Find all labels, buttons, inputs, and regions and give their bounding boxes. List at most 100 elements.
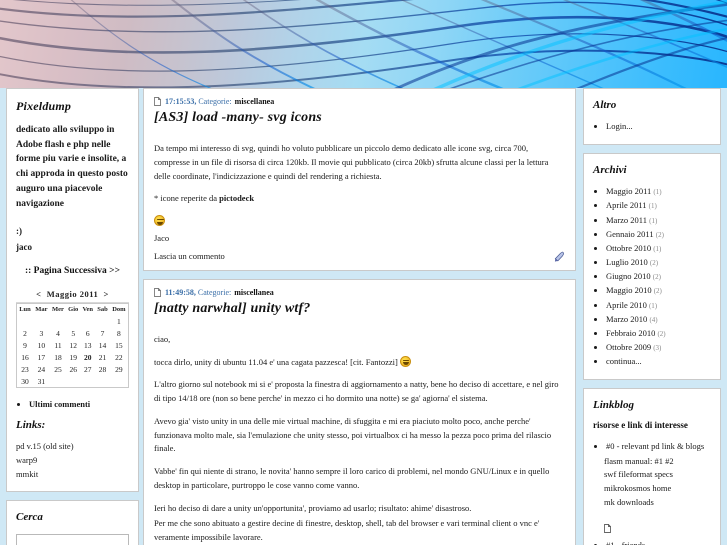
calendar-day[interactable]: 28: [95, 363, 110, 375]
calendar-day: [95, 375, 110, 388]
link-item[interactable]: pd v.15 (old site): [16, 440, 129, 454]
calendar-next-button[interactable]: >: [104, 289, 109, 299]
next-page-link[interactable]: :: Pagina Successiva >>: [16, 266, 129, 276]
archive-item[interactable]: Aprile 2011 (1): [606, 199, 711, 212]
calendar-day[interactable]: 23: [17, 363, 34, 375]
document-icon: [154, 97, 161, 106]
calendar-day[interactable]: 2: [17, 327, 34, 339]
calendar-dayname: Ven: [82, 306, 94, 314]
archive-count: (2): [657, 329, 666, 338]
calendar-day[interactable]: 26: [66, 363, 80, 375]
calendar-day[interactable]: 17: [33, 351, 50, 363]
linkblog-doc-icon-wrap: [604, 520, 711, 538]
archive-item[interactable]: Febbraio 2010 (2): [606, 327, 711, 340]
linkblog-item[interactable]: mk downloads: [604, 496, 711, 510]
archive-item[interactable]: Maggio 2011 (1): [606, 185, 711, 198]
smiley-icon: [399, 355, 411, 367]
calendar-day[interactable]: 16: [17, 351, 34, 363]
post-quote-line: tocca dirlo, unity di ubuntu 11.04 e' un…: [154, 355, 565, 370]
calendar-day[interactable]: 9: [17, 339, 34, 351]
post-category-label: Categorie:: [197, 287, 232, 297]
calendar-day[interactable]: 27: [80, 363, 95, 375]
archive-count: (4): [649, 315, 658, 324]
links-title: Links:: [16, 419, 46, 432]
leave-comment-link[interactable]: Lascia un commento: [154, 251, 225, 261]
calendar-day[interactable]: 15: [110, 339, 129, 351]
archive-item[interactable]: Maggio 2010 (2): [606, 284, 711, 297]
calendar-prev-button[interactable]: <: [36, 289, 41, 299]
calendar-day[interactable]: 5: [66, 327, 80, 339]
signature-name: jaco: [16, 241, 32, 252]
calendar-dayname: Sab: [97, 306, 108, 314]
post-author: Jaco: [154, 232, 170, 243]
calendar-day[interactable]: 10: [33, 339, 50, 351]
linkblog-item[interactable]: mikrokosmos home: [604, 482, 711, 496]
post-line: Per me che sono abituato a gestire decin…: [154, 518, 540, 543]
linkblog-group-1: #1 - friends: [595, 539, 711, 545]
calendar-day[interactable]: 8: [110, 327, 129, 339]
calendar-day: [17, 315, 34, 327]
calendar-day[interactable]: 6: [80, 327, 95, 339]
post-note: * icone reperite da pictodeck: [154, 192, 565, 206]
calendar-day[interactable]: 13: [80, 339, 95, 351]
archive-item[interactable]: Luglio 2010 (2): [606, 256, 711, 269]
document-icon: [604, 523, 611, 533]
linkblog-item[interactable]: flasm manual: #1 #2: [604, 455, 711, 469]
link-item[interactable]: mmkit: [16, 468, 129, 482]
calendar-day[interactable]: 18: [50, 351, 66, 363]
calendar-day[interactable]: 30: [17, 375, 34, 388]
linkblog-group-label[interactable]: #0 - relevant pd link & blogs: [606, 440, 711, 453]
calendar-day: [50, 375, 66, 388]
archive-item[interactable]: Marzo 2011 (1): [606, 214, 711, 227]
calendar-day: [95, 315, 110, 327]
post-title[interactable]: [AS3] load -many- svg icons: [154, 110, 565, 126]
calendar-day[interactable]: 21: [95, 351, 110, 363]
calendar-day[interactable]: 19: [66, 351, 80, 363]
archive-count: (1): [648, 301, 658, 310]
post-title[interactable]: [natty narwhal] unity wtf?: [154, 301, 565, 317]
calendar-dayname: Dom: [112, 306, 126, 314]
link-item[interactable]: warp9: [16, 454, 129, 468]
calendar-day[interactable]: 24: [33, 363, 50, 375]
calendar-day[interactable]: 3: [33, 327, 50, 339]
archive-count: (2): [649, 259, 659, 268]
archive-count: (1): [653, 244, 662, 253]
blog-description: dedicato allo sviluppo in Adobe flash e …: [16, 125, 128, 209]
recent-comments-list: Ultimi commenti: [18, 398, 129, 411]
altro-box: Altro Login...: [583, 88, 721, 146]
post-category[interactable]: miscellanea: [234, 288, 274, 297]
post-time[interactable]: 11:49:58,: [165, 288, 196, 297]
archive-item[interactable]: Giugno 2010 (2): [606, 270, 711, 283]
calendar-day[interactable]: 12: [66, 339, 80, 351]
archive-item[interactable]: Ottobre 2009 (3): [606, 341, 711, 354]
left-sidebar: Pixeldump dedicato allo sviluppo in Adob…: [6, 88, 139, 545]
archive-item[interactable]: Gennaio 2011 (2): [606, 228, 711, 241]
archive-item[interactable]: Ottobre 2010 (1): [606, 242, 711, 255]
post-note-link[interactable]: pictodeck: [219, 193, 254, 203]
archive-item[interactable]: Marzo 2010 (4): [606, 313, 711, 326]
calendar-day[interactable]: 22: [110, 351, 129, 363]
post-meta: 17:15:53, Categorie: miscellanea: [154, 97, 565, 106]
calendar-day[interactable]: 14: [95, 339, 110, 351]
calendar-day: [110, 375, 129, 388]
calendar-day[interactable]: 7: [95, 327, 110, 339]
calendar-day[interactable]: 20: [80, 351, 95, 363]
archive-item[interactable]: continua...: [606, 355, 711, 368]
recent-comments-link[interactable]: Ultimi commenti: [29, 398, 129, 411]
archive-count: (3): [653, 344, 662, 353]
calendar-day[interactable]: 4: [50, 327, 66, 339]
post-category[interactable]: miscellanea: [235, 97, 275, 106]
calendar-day[interactable]: 25: [50, 363, 66, 375]
calendar-day[interactable]: 29: [110, 363, 129, 375]
search-input[interactable]: [16, 534, 129, 545]
calendar-day[interactable]: 31: [33, 375, 50, 388]
sidebar-item-login[interactable]: Login...: [606, 120, 711, 133]
archive-list: Maggio 2011 (1)Aprile 2011 (1) Marzo 2011…: [595, 185, 711, 368]
calendar-day[interactable]: 1: [110, 315, 129, 327]
calendar-day[interactable]: 11: [50, 339, 66, 351]
linkblog-group-label[interactable]: #1 - friends: [606, 539, 711, 545]
archive-item[interactable]: Aprile 2010 (1): [606, 299, 711, 312]
linkblog-item[interactable]: swf fileformat specs: [604, 468, 711, 482]
post-time[interactable]: 17:15:53,: [165, 97, 196, 106]
pen-icon[interactable]: [554, 251, 565, 262]
